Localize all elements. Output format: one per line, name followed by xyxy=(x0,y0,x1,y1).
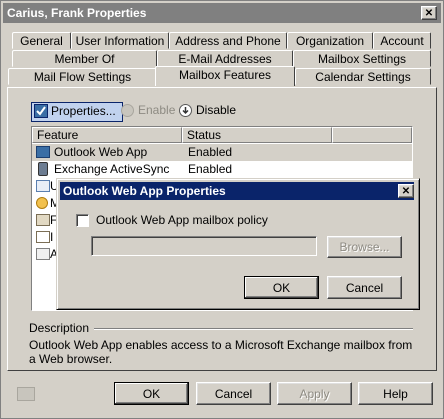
properties-icon xyxy=(34,104,48,118)
column-header-filler xyxy=(332,127,412,143)
tab-label: Address and Phone xyxy=(175,34,281,48)
properties-label: Properties... xyxy=(51,104,116,118)
tab-label: Calendar Settings xyxy=(315,70,411,84)
owa-policy-checkbox[interactable] xyxy=(76,214,89,227)
column-header-label: Status xyxy=(187,128,222,142)
feature-status: Enabled xyxy=(188,162,233,176)
dialog-title-bar[interactable]: Outlook Web App Properties ✕ xyxy=(60,182,414,200)
owa-properties-dialog: Outlook Web App Properties ✕ Outlook Web… xyxy=(56,178,420,310)
disable-icon xyxy=(179,104,192,117)
enable-label: Enable xyxy=(138,103,176,117)
cancel-label: Cancel xyxy=(214,386,253,401)
tab-label: Account xyxy=(380,34,424,48)
tab-mailbox-settings[interactable]: Mailbox Settings xyxy=(293,50,431,67)
feature-name-partial: I xyxy=(50,230,54,244)
dialog-ok-label: OK xyxy=(272,280,291,295)
help-context-icon[interactable] xyxy=(17,387,35,401)
description-text: Outlook Web App enables access to a Micr… xyxy=(29,338,413,366)
tab-label: Organization xyxy=(295,34,365,48)
apply-label: Apply xyxy=(299,386,330,401)
dialog-title: Outlook Web App Properties xyxy=(63,184,226,198)
properties-toolbar-button[interactable]: Properties... xyxy=(31,102,123,122)
tab-label: User Information xyxy=(75,34,165,48)
browse-label: Browse... xyxy=(339,240,390,254)
tab-label: Mail Flow Settings xyxy=(33,70,132,84)
dialog-close-button[interactable]: ✕ xyxy=(398,184,414,198)
tab-label: E-Mail Addresses xyxy=(178,52,272,66)
feature-name: Outlook Web App xyxy=(54,145,148,159)
disable-toolbar-button[interactable]: Disable xyxy=(179,103,239,119)
tab-member-of[interactable]: Member Of xyxy=(12,50,157,67)
activesync-icon xyxy=(38,162,48,176)
window-title: Carius, Frank Properties xyxy=(7,6,147,20)
column-header-label: Feature xyxy=(37,128,79,142)
tab-label: General xyxy=(20,34,63,48)
tab-user-information[interactable]: User Information xyxy=(71,32,169,49)
close-icon: ✕ xyxy=(401,185,411,197)
list-item[interactable]: Exchange ActiveSync Enabled xyxy=(32,161,412,178)
cancel-button[interactable]: Cancel xyxy=(196,382,271,405)
tab-account[interactable]: Account xyxy=(373,32,431,49)
owa-policy-checkbox-label: Outlook Web App mailbox policy xyxy=(96,213,268,227)
enable-icon xyxy=(121,104,134,117)
outlook-web-app-icon xyxy=(36,146,50,158)
unified-messaging-icon xyxy=(36,180,50,192)
ok-button[interactable]: OK xyxy=(114,382,189,405)
pop3-icon xyxy=(36,214,50,226)
tab-address-and-phone[interactable]: Address and Phone xyxy=(169,32,287,49)
description-divider xyxy=(94,328,413,329)
archive-icon xyxy=(36,248,50,260)
owa-policy-field[interactable] xyxy=(91,236,317,256)
list-item[interactable]: Outlook Web App Enabled xyxy=(32,144,412,161)
close-icon: ✕ xyxy=(424,7,434,19)
ok-label: OK xyxy=(142,386,161,401)
apply-button[interactable]: Apply xyxy=(277,382,352,405)
mapi-icon xyxy=(36,197,48,209)
enable-toolbar-button[interactable]: Enable xyxy=(120,103,176,119)
tab-mailbox-features[interactable]: Mailbox Features xyxy=(155,66,295,86)
feature-status: Enabled xyxy=(188,145,233,159)
window-close-button[interactable]: ✕ xyxy=(421,6,437,20)
tab-organization[interactable]: Organization xyxy=(287,32,373,49)
tab-email-addresses[interactable]: E-Mail Addresses xyxy=(157,50,293,67)
dialog-cancel-button[interactable]: Cancel xyxy=(327,276,402,299)
tab-label: Member Of xyxy=(54,52,115,66)
help-label: Help xyxy=(383,386,408,401)
disable-label: Disable xyxy=(196,103,237,117)
tab-general[interactable]: General xyxy=(12,32,71,49)
imap4-icon xyxy=(36,231,50,243)
window-title-bar[interactable]: Carius, Frank Properties ✕ xyxy=(3,3,441,23)
column-header-status[interactable]: Status xyxy=(182,127,332,143)
help-button[interactable]: Help xyxy=(358,382,433,405)
dialog-ok-button[interactable]: OK xyxy=(244,276,319,299)
dialog-cancel-label: Cancel xyxy=(345,280,384,295)
feature-name: Exchange ActiveSync xyxy=(54,162,170,176)
tab-calendar-settings[interactable]: Calendar Settings xyxy=(295,68,431,85)
column-header-feature[interactable]: Feature xyxy=(32,127,182,143)
tab-label: Mailbox Features xyxy=(178,68,272,82)
browse-button[interactable]: Browse... xyxy=(327,236,402,258)
description-label: Description xyxy=(29,321,90,335)
tab-label: Mailbox Settings xyxy=(317,52,407,66)
tab-mail-flow-settings[interactable]: Mail Flow Settings xyxy=(8,68,157,85)
